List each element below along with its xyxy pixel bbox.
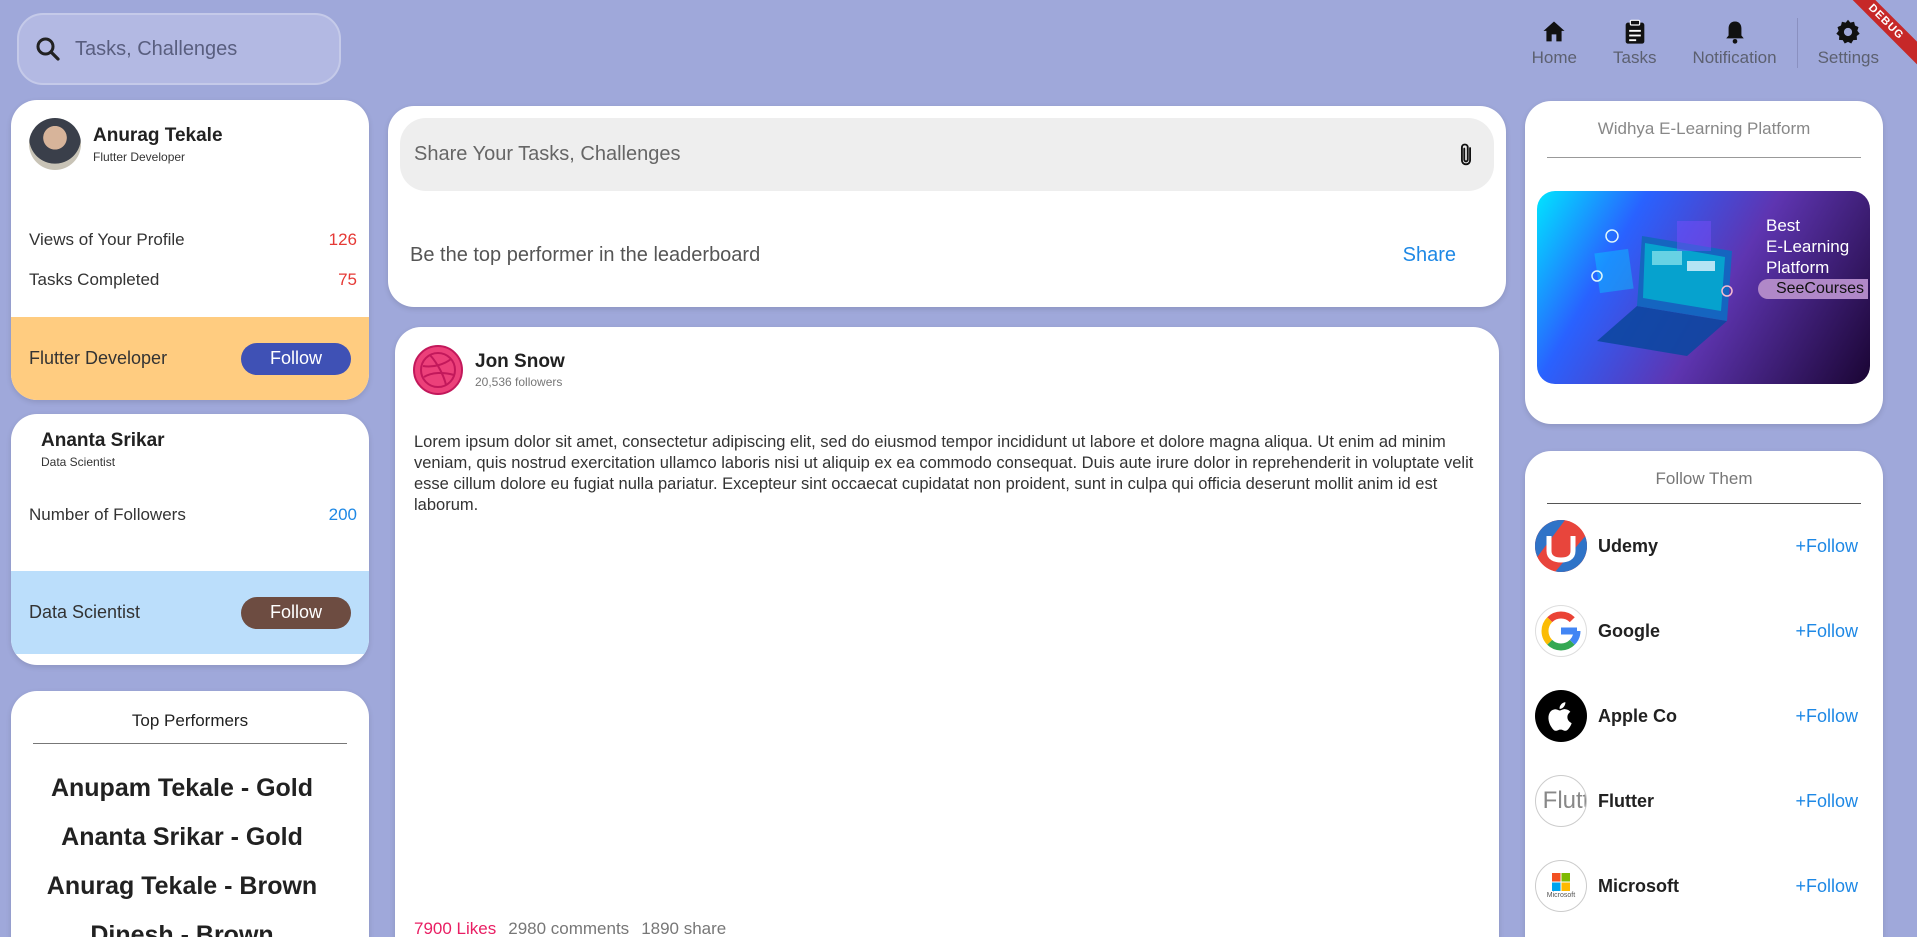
- role-band-label: Data Scientist: [29, 602, 141, 622]
- share-prompt: Be the top performer in the leaderboard: [410, 244, 761, 266]
- search-box[interactable]: [17, 13, 341, 85]
- follow-button[interactable]: Follow: [241, 596, 351, 629]
- banner-text: Best E-Learning Platform: [1766, 215, 1860, 278]
- share-placeholder: Share Your Tasks, Challenges: [414, 143, 681, 165]
- stat-row-views: Views of Your Profile 126: [11, 220, 369, 260]
- top-performers-title: Top Performers: [131, 711, 249, 730]
- nav-notification[interactable]: Notification: [1674, 18, 1794, 70]
- stat-row-followers: Number of Followers 200: [11, 495, 369, 535]
- follow-row-flutter: Flutt Flutter +Follow: [1535, 775, 1858, 827]
- role-band-label: Flutter Developer: [29, 348, 168, 368]
- post-stats: 7900 Likes 2980 comments 1890 share: [414, 919, 726, 937]
- profile-name: Anurag Tekale: [93, 124, 223, 146]
- role-band: Flutter Developer Follow: [11, 317, 369, 400]
- stat-label: Number of Followers: [29, 505, 186, 524]
- stat-value: 126: [328, 230, 357, 249]
- share-count[interactable]: 1890 share: [641, 919, 726, 937]
- company-name: Flutter: [1598, 790, 1654, 811]
- udemy-logo-icon: [1535, 520, 1587, 572]
- debug-banner: DEBUG: [1843, 0, 1917, 74]
- follow-link[interactable]: +Follow: [1795, 706, 1858, 727]
- nav-divider: [1796, 18, 1798, 68]
- post-card: Jon Snow 20,536 followers Lorem ipsum do…: [395, 327, 1499, 937]
- role-band: Data Scientist Follow: [11, 571, 369, 654]
- likes-count[interactable]: 7900 Likes: [414, 919, 496, 937]
- share-card: Share Your Tasks, Challenges Be the top …: [388, 106, 1506, 307]
- course-banner[interactable]: Best E-Learning Platform SeeCourses: [1537, 191, 1870, 384]
- share-button[interactable]: Share: [1403, 244, 1456, 267]
- follow-row-udemy: Udemy +Follow: [1535, 520, 1858, 572]
- follow-row-google: Google +Follow: [1535, 605, 1858, 657]
- follow-them-card: Follow Them Udemy +Follow Google +Follow: [1525, 451, 1883, 937]
- performer-item: Anupam Tekale - Gold: [50, 774, 314, 802]
- company-name: Apple Co: [1598, 705, 1677, 726]
- follow-button[interactable]: Follow: [241, 342, 351, 375]
- follow-row-microsoft: Microsoft Microsoft +Follow: [1535, 860, 1858, 912]
- nav-home-label: Home: [1531, 48, 1577, 67]
- nav-tasks[interactable]: Tasks: [1595, 18, 1674, 70]
- stat-label: Tasks Completed: [29, 270, 160, 289]
- divider: [1547, 157, 1861, 158]
- clipboard-icon: [1625, 19, 1645, 44]
- post-body: Lorem ipsum dolor sit amet, consectetur …: [414, 433, 1474, 514]
- flutter-logo-text: Flutt: [1542, 787, 1587, 814]
- profile-role: Data Scientist: [41, 455, 116, 469]
- search-input[interactable]: [75, 37, 315, 61]
- follow-them-title: Follow Them: [1655, 469, 1753, 488]
- profile-name: Ananta Srikar: [41, 430, 165, 451]
- divider: [33, 743, 347, 744]
- company-name: Udemy: [1598, 535, 1659, 556]
- home-icon: [1543, 21, 1565, 42]
- company-name: Microsoft: [1598, 875, 1679, 896]
- bell-icon: [1725, 21, 1744, 44]
- divider: [1547, 503, 1861, 504]
- google-logo-icon: [1535, 605, 1587, 657]
- paperclip-icon[interactable]: [1452, 141, 1480, 169]
- profile-card-ananta: Ananta Srikar Data Scientist Number of F…: [11, 414, 369, 665]
- stat-row-tasks: Tasks Completed 75: [11, 260, 369, 300]
- banner-line: Best: [1766, 216, 1801, 235]
- nav-notification-label: Notification: [1692, 48, 1777, 67]
- top-performers-card: Top Performers Anupam Tekale - Gold Anan…: [11, 691, 369, 937]
- post-followers: 20,536 followers: [475, 375, 563, 389]
- follow-link[interactable]: +Follow: [1795, 621, 1858, 642]
- microsoft-logo-text: Microsoft: [1546, 892, 1576, 899]
- follow-link[interactable]: +Follow: [1795, 536, 1858, 557]
- profile-role: Flutter Developer: [93, 149, 186, 164]
- performer-item: Dinesh - Brown: [90, 921, 274, 937]
- performer-item: Anurag Tekale - Brown: [46, 872, 318, 900]
- nav-home[interactable]: Home: [1514, 18, 1595, 70]
- banner-line: E-Learning: [1766, 237, 1850, 256]
- follow-row-apple: Apple Co +Follow: [1535, 690, 1858, 742]
- laptop-illustration-icon: [1591, 221, 1733, 356]
- stat-label: Views of Your Profile: [29, 230, 185, 249]
- ad-card: Widhya E-Learning Platform Best E-Learni…: [1525, 101, 1883, 424]
- follow-link[interactable]: +Follow: [1795, 876, 1858, 897]
- avatar[interactable]: [29, 118, 81, 170]
- search-icon: [36, 37, 60, 61]
- comments-count[interactable]: 2980 comments: [508, 919, 629, 937]
- company-name: Google: [1598, 620, 1660, 641]
- microsoft-logo-icon: Microsoft: [1535, 860, 1587, 912]
- see-courses-button[interactable]: SeeCourses: [1757, 279, 1868, 299]
- apple-logo-icon: [1535, 690, 1587, 742]
- performer-item: Ananta Srikar - Gold: [61, 823, 303, 851]
- flutter-logo-icon: Flutt: [1535, 775, 1587, 827]
- stat-value: 200: [328, 505, 357, 524]
- dribbble-icon[interactable]: [413, 345, 463, 395]
- ad-title: Widhya E-Learning Platform: [1597, 119, 1811, 138]
- post-author: Jon Snow: [475, 351, 565, 372]
- profile-card-anurag: Anurag Tekale Flutter Developer Views of…: [11, 100, 369, 400]
- banner-line: Platform: [1766, 258, 1830, 277]
- follow-link[interactable]: +Follow: [1795, 791, 1858, 812]
- nav-tasks-label: Tasks: [1612, 48, 1657, 67]
- stat-value: 75: [338, 270, 357, 289]
- share-input[interactable]: Share Your Tasks, Challenges: [400, 118, 1494, 191]
